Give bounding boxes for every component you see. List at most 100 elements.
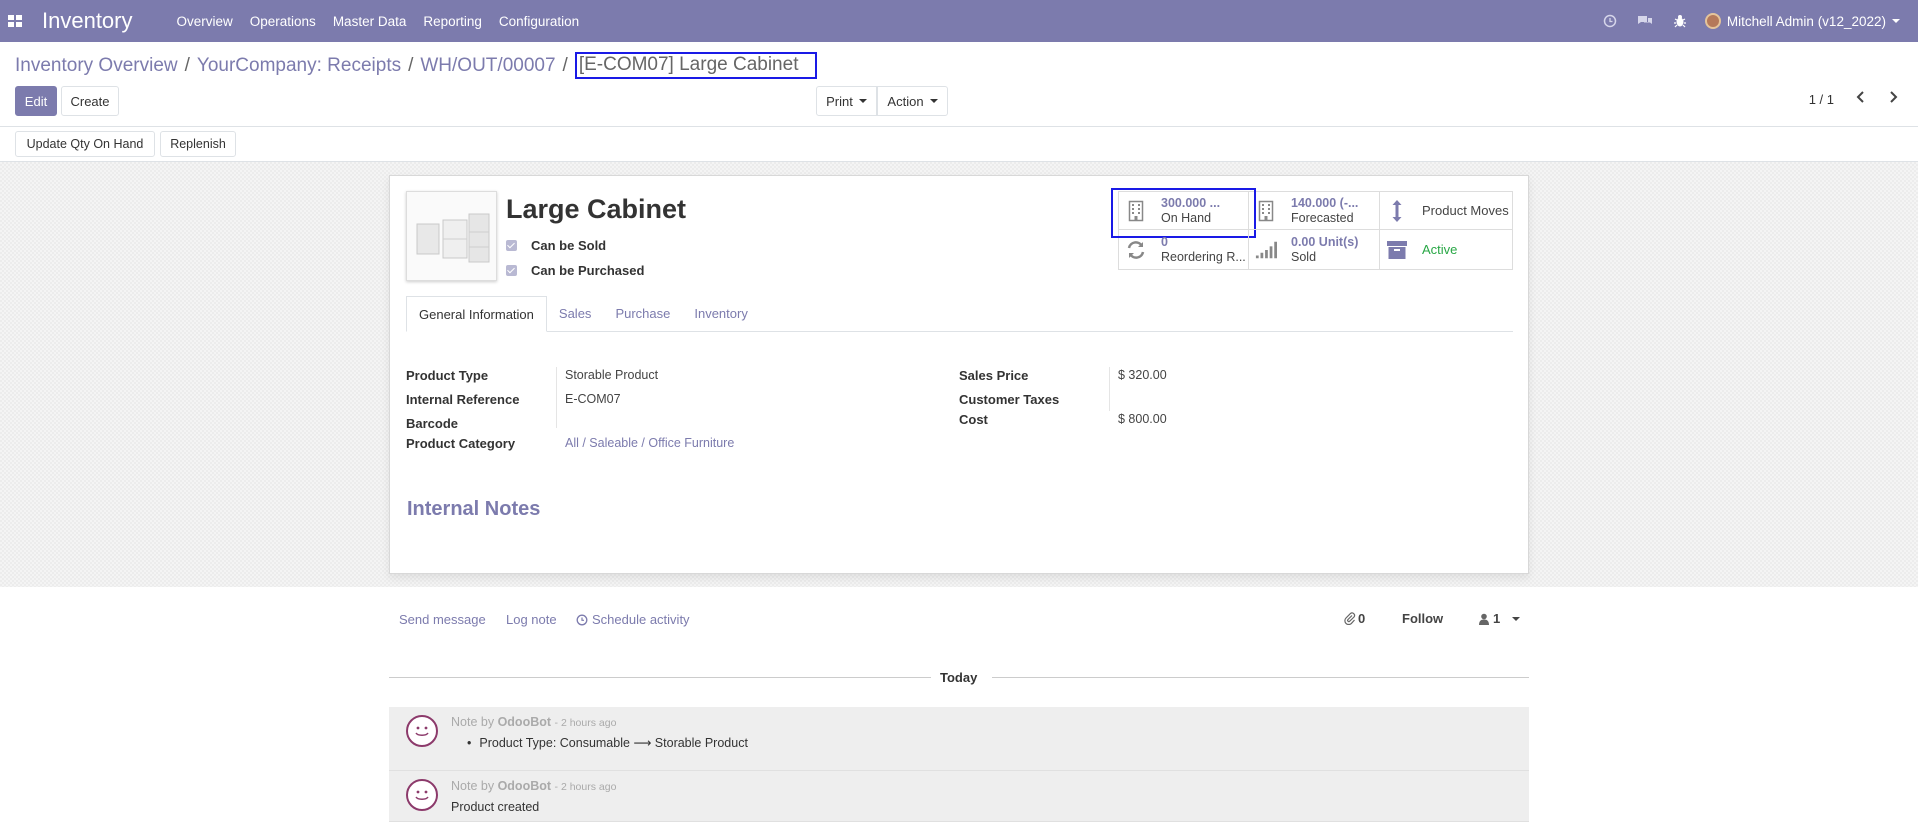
send-message-button[interactable]: Send message	[399, 612, 486, 627]
chat-icon[interactable]	[1637, 14, 1653, 28]
active-toggle-button[interactable]: Active	[1380, 230, 1512, 269]
barcode-label: Barcode	[406, 416, 459, 431]
on-hand-value: 300.000 ...	[1161, 195, 1221, 210]
chevron-down-icon	[1892, 19, 1900, 23]
app-name[interactable]: Inventory	[42, 8, 133, 34]
message-time: - 2 hours ago	[554, 717, 617, 729]
attachments-count: 0	[1358, 611, 1366, 626]
create-button[interactable]: Create	[61, 86, 119, 116]
tab-general-information[interactable]: General Information	[406, 296, 547, 332]
product-form-sheet: Large Cabinet Can be Sold Can be Purchas…	[389, 175, 1529, 574]
schedule-activity-label: Schedule activity	[592, 612, 690, 627]
bug-icon[interactable]	[1673, 14, 1687, 28]
on-hand-button[interactable]: 300.000 ... On Hand	[1111, 188, 1256, 238]
replenish-button[interactable]: Replenish	[160, 131, 236, 157]
message-prefix: Note by	[451, 779, 495, 793]
product-image[interactable]	[406, 191, 497, 281]
breadcrumb-picking[interactable]: WH/OUT/00007	[420, 55, 555, 79]
breadcrumb-receipts[interactable]: YourCompany: Receipts	[197, 55, 401, 79]
update-qty-button[interactable]: Update Qty On Hand	[15, 131, 155, 157]
product-type-label: Product Type	[406, 368, 489, 383]
chevron-left-icon[interactable]	[1856, 90, 1866, 108]
field-separator	[1109, 367, 1110, 411]
customer-taxes-label: Customer Taxes	[959, 392, 1060, 407]
breadcrumb-separator: /	[408, 55, 414, 76]
menu-operations[interactable]: Operations	[250, 14, 316, 29]
log-note-button[interactable]: Log note	[506, 612, 557, 627]
separator-line	[992, 677, 1529, 678]
building-icon	[1255, 200, 1277, 222]
bullet: •	[467, 736, 472, 750]
can-be-purchased-row: Can be Purchased	[506, 263, 644, 278]
reordering-value: 0	[1161, 234, 1168, 249]
tab-sales[interactable]: Sales	[547, 296, 604, 331]
chevron-right-icon[interactable]	[1888, 90, 1898, 108]
sold-button[interactable]: 0.00 Unit(s) Sold	[1249, 230, 1380, 269]
forecasted-button[interactable]: 140.000 (-... Forecasted	[1249, 192, 1380, 230]
can-be-sold-checkbox[interactable]	[506, 240, 517, 251]
schedule-activity-button[interactable]: Schedule activity	[576, 612, 690, 627]
action-dropdown[interactable]: Action	[877, 86, 948, 116]
menu-overview[interactable]: Overview	[177, 14, 233, 29]
pager: 1 / 1	[1809, 90, 1898, 108]
print-label: Print	[826, 93, 853, 109]
user-menu[interactable]: Mitchell Admin (v12_2022)	[1704, 13, 1900, 29]
chevron-down-icon	[858, 99, 867, 103]
followers-button[interactable]: 1	[1479, 611, 1521, 626]
chatter-message: Note by OdooBot - 2 hours ago • Product T…	[389, 707, 1529, 771]
form-tabs: General Information Sales Purchase Inven…	[406, 296, 1513, 332]
action-label: Action	[887, 93, 924, 109]
follow-button[interactable]: Follow	[1402, 611, 1443, 626]
apps-menu-icon[interactable]	[8, 15, 22, 27]
cost-value[interactable]: $ 800.00	[1118, 412, 1167, 426]
sales-price-value[interactable]: $ 320.00	[1118, 368, 1167, 382]
date-separator: Today	[389, 670, 1529, 685]
product-category-link[interactable]: All / Saleable / Office Furniture	[565, 436, 734, 450]
edit-button[interactable]: Edit	[15, 86, 57, 116]
followers-count: 1	[1493, 611, 1501, 626]
tab-inventory[interactable]: Inventory	[682, 296, 759, 331]
product-type-value[interactable]: Storable Product	[565, 368, 658, 382]
product-name: Large Cabinet	[506, 194, 687, 224]
pager-value[interactable]: 1 / 1	[1809, 92, 1834, 107]
divider	[0, 126, 1918, 127]
user-icon	[1479, 613, 1489, 625]
product-moves-button[interactable]: Product Moves	[1380, 192, 1512, 230]
message-text: Product Type: Consumable ⟶ Storable Prod…	[479, 736, 748, 750]
clock-icon	[576, 614, 588, 626]
signal-bars-icon	[1255, 240, 1277, 260]
menu-reporting[interactable]: Reporting	[423, 14, 482, 29]
user-name: Mitchell Admin (v12_2022)	[1726, 13, 1886, 29]
reordering-rules-button[interactable]: 0 Reordering R...	[1119, 230, 1249, 269]
building-icon	[1125, 200, 1147, 222]
tab-purchase[interactable]: Purchase	[603, 296, 682, 331]
breadcrumb-inventory-overview[interactable]: Inventory Overview	[15, 55, 178, 79]
message-author[interactable]: OdooBot	[498, 715, 551, 729]
message-body: • Product Type: Consumable ⟶ Storable Pro…	[467, 735, 748, 750]
sales-price-label: Sales Price	[959, 368, 1029, 383]
print-dropdown[interactable]: Print	[816, 86, 877, 116]
up-down-arrow-icon	[1386, 199, 1408, 223]
today-label: Today	[940, 670, 978, 685]
product-category-label: Product Category	[406, 436, 516, 451]
breadcrumb-current: [E-COM07] Large Cabinet	[574, 52, 818, 79]
menu-configuration[interactable]: Configuration	[499, 14, 579, 29]
archive-icon	[1386, 240, 1408, 260]
chevron-down-icon	[929, 99, 938, 103]
message-prefix: Note by	[451, 715, 495, 729]
attachments-button[interactable]: 0	[1344, 611, 1365, 626]
active-label: Active	[1422, 242, 1458, 257]
cost-label: Cost	[959, 412, 988, 427]
message-author[interactable]: OdooBot	[498, 779, 551, 793]
internal-reference-label: Internal Reference	[406, 392, 520, 407]
menu-master-data[interactable]: Master Data	[333, 14, 407, 29]
can-be-purchased-checkbox[interactable]	[506, 265, 517, 276]
forecasted-value: 140.000 (-...	[1291, 195, 1359, 210]
clock-icon[interactable]	[1603, 14, 1617, 28]
internal-notes-title: Internal Notes	[407, 498, 541, 520]
chatter-message: Note by OdooBot - 2 hours ago Product cr…	[389, 771, 1529, 822]
internal-reference-value[interactable]: E-COM07	[565, 392, 621, 406]
smart-buttons: 300.000 ... On Hand 140.000 (-... Foreca…	[1111, 188, 1513, 270]
odoobot-avatar	[406, 779, 438, 811]
breadcrumb-separator: /	[562, 55, 568, 76]
